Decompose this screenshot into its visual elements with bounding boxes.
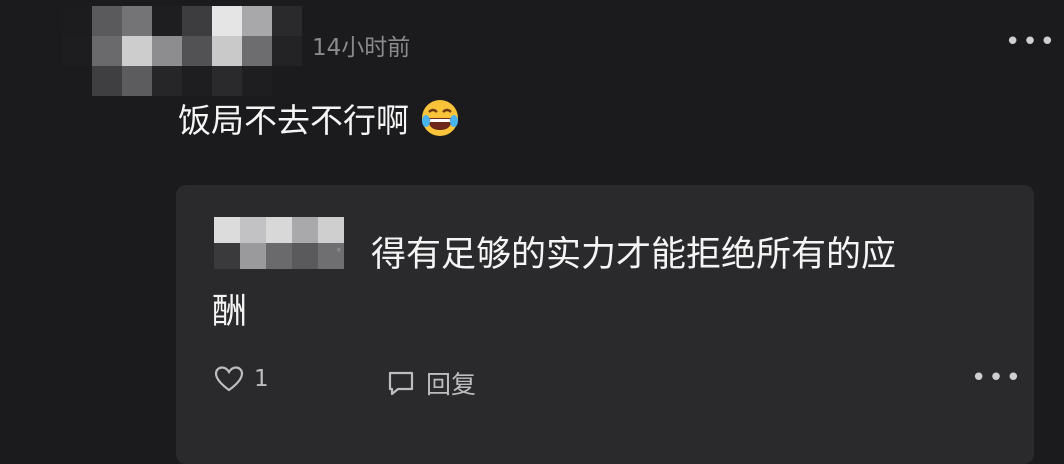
timestamp: 14小时前 [312, 35, 411, 61]
comment-body: 饭局不去不行啊 [178, 94, 461, 142]
reply-card: · 得有足够的实力才能拒绝所有的应 酬 1 回复 ••• [176, 185, 1034, 464]
reply-text-line: 酬 [212, 292, 248, 332]
avatar[interactable] [62, 6, 302, 98]
reply-button[interactable]: 回复 [386, 365, 476, 401]
reply-label: 回复 [426, 370, 477, 399]
comment-text: 饭局不去不行啊 [178, 101, 409, 140]
reply-avatar[interactable] [214, 217, 344, 269]
like-count: 1 [254, 366, 269, 392]
reply-text-line: 得有足够的实力才能拒绝所有的应 [371, 235, 897, 275]
comment-thread: 14小时前 ••• 饭局不去不行啊 · 得有足够的实力才能拒绝所有的应 酬 1 … [0, 0, 1064, 464]
more-horizontal-icon[interactable]: ••• [971, 365, 1021, 391]
more-horizontal-icon[interactable]: ••• [1005, 29, 1055, 55]
laughing-with-tears-emoji [422, 100, 458, 136]
separator-dot: · [334, 233, 344, 268]
comment-bubble-icon [388, 371, 414, 396]
like-button[interactable]: 1 [214, 365, 269, 393]
heart-icon [214, 366, 244, 392]
